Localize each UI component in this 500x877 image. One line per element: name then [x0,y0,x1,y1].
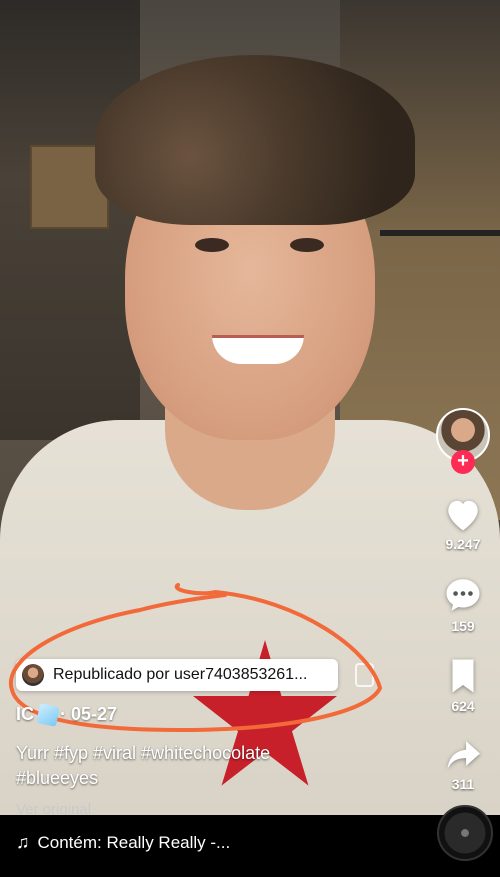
repost-banner[interactable]: Republicado por user7403853261... [16,659,338,691]
follow-plus-icon[interactable]: + [451,450,475,474]
video-caption: Yurr #fyp #viral #whitechocolate #blueey… [16,741,376,791]
caption-line-1: Yurr #fyp #viral #whitechocolate [16,743,271,763]
ice-cube-emoji-icon [36,702,60,727]
person-hair [95,55,415,225]
heart-icon [448,500,478,531]
caption-line-2: #blueeyes [16,768,99,788]
video-player[interactable]: + 9.247 159 624 311 Republicado por user… [0,0,500,877]
creator-avatar[interactable]: + [436,408,490,474]
repost-copy-icon[interactable] [354,661,378,689]
person-smile [212,335,304,364]
author-name[interactable]: IC [16,704,34,725]
action-sidebar: + 9.247 159 624 311 [434,408,492,792]
share-arrow-icon [447,741,480,769]
reposter-avatar-icon [22,664,44,686]
share-button[interactable]: 311 [444,738,482,792]
comment-button[interactable]: 159 [443,576,483,634]
music-disc-icon[interactable] [437,805,493,861]
music-info[interactable]: ♫ Contém: Really Really -... [16,832,230,853]
like-count: 9.247 [445,536,481,552]
person-eye-right [290,238,324,252]
save-count: 624 [451,698,475,714]
share-count: 311 [451,776,475,792]
person-eye-left [195,238,229,252]
comment-count: 159 [451,618,475,634]
post-date: · 05-27 [60,704,118,724]
author-row[interactable]: IC · 05-27 [16,702,118,727]
bookmark-button[interactable]: 624 [447,658,479,714]
music-title: Contém: Really Really -... [37,832,231,852]
bookmark-icon [452,659,474,693]
repost-label: Republicado por user7403853261... [53,666,308,683]
like-button[interactable]: 9.247 [443,496,483,552]
comment-icon [446,579,480,611]
background-rail [380,230,500,236]
music-note-icon: ♫ [16,832,30,852]
